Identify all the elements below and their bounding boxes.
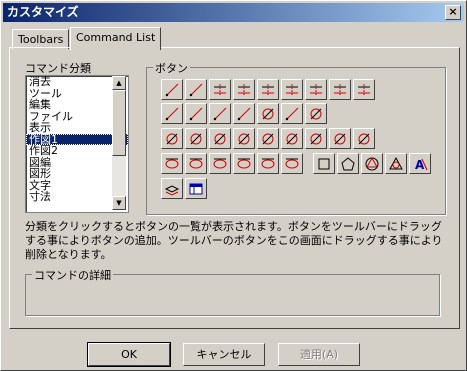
command-button-circle-arc-icon[interactable] (233, 128, 255, 149)
dome-arc-icon (286, 133, 298, 145)
customize-dialog: カスタマイズ × Toolbars Command List コマンド分類 消去… (0, 0, 467, 371)
scroll-up-icon[interactable]: ▲ (112, 76, 126, 90)
category-label: コマンド分類 (25, 62, 91, 75)
command-button-percent-division-icon[interactable] (281, 103, 303, 124)
command-button-layer-stack-icon[interactable] (161, 178, 183, 199)
table-icon (189, 183, 203, 195)
bisector-icon (189, 107, 203, 121)
layer-stack-icon (164, 185, 180, 196)
command-button-circle-tangent-icon[interactable] (257, 103, 279, 124)
buttons-group-label: ボタン (153, 60, 190, 76)
description-text: 分類をクリックするとボタンの一覧が表示されます。ボタンをツールバーにドラッグする… (25, 220, 443, 261)
command-details-group: コマンドの詳細 (25, 267, 440, 316)
circle-icon (166, 133, 178, 145)
ellipse-arc-point-icon (285, 158, 299, 169)
circle-tangent-icon (262, 108, 274, 120)
percent-division-icon (285, 107, 299, 121)
ellipse-polygon-icon (261, 158, 275, 169)
apply-button[interactable]: 適用(A) (278, 343, 360, 366)
vertical-offset-icon (286, 84, 298, 96)
grid-snap-icon (334, 84, 346, 96)
intersection-line-icon (213, 107, 227, 121)
command-button-ellipse-icon[interactable] (161, 153, 183, 174)
command-button-text-style-icon[interactable]: A (409, 153, 431, 174)
command-button-square-circle-icon[interactable] (209, 128, 231, 149)
command-button-perpendicular-line-icon[interactable] (233, 103, 255, 124)
command-button-vertical-offset-alt-icon[interactable] (305, 79, 327, 100)
perpendicular-line-icon (237, 107, 251, 121)
command-button-polygon-circle-icon[interactable] (361, 153, 383, 174)
command-button-ellipse-rect-icon[interactable] (185, 153, 207, 174)
category-scrollbar[interactable]: ▲ ▼ (112, 76, 126, 210)
parallel-line-icon (214, 84, 226, 96)
arc-chord-icon (334, 133, 346, 145)
scroll-thumb[interactable] (112, 90, 126, 156)
command-button-tangent-line-icon[interactable] (161, 103, 183, 124)
svg-text:A: A (415, 158, 425, 172)
command-button-elliptic-arc-icon[interactable] (233, 153, 255, 174)
command-button-dashed-parallel-icon[interactable] (257, 79, 279, 100)
command-button-angled-line-icon[interactable] (185, 79, 207, 100)
command-button-arc-chord-icon[interactable] (329, 128, 351, 149)
command-button-circle-icon[interactable] (161, 128, 183, 149)
scroll-down-icon[interactable]: ▼ (112, 196, 126, 210)
tangent-line-icon (165, 107, 179, 121)
text-style-icon: A (415, 158, 428, 172)
command-button-multi-parallel-line-icon[interactable] (233, 79, 255, 100)
command-button-dome-arc-icon[interactable] (281, 128, 303, 149)
command-button-parallel-line-icon[interactable] (209, 79, 231, 100)
command-button-grid-snap-alt-icon[interactable] (353, 79, 375, 100)
command-button-ellipse-arc-point-icon[interactable] (281, 153, 303, 174)
command-button-bisector-icon[interactable] (185, 103, 207, 124)
command-button-line-icon[interactable] (161, 79, 183, 100)
command-button-intersection-line-icon[interactable] (209, 103, 231, 124)
command-button-rectangle-icon[interactable] (313, 153, 335, 174)
square-circle-icon (214, 133, 226, 145)
dashed-parallel-icon (262, 84, 274, 96)
command-button-ellipse-polygon-icon[interactable] (257, 153, 279, 174)
arc-triangle-icon (358, 133, 370, 145)
triangle-circle-icon (389, 156, 403, 170)
command-button-arc-triangle-icon[interactable] (353, 128, 375, 149)
line-icon (165, 83, 179, 97)
ellipse-rect-icon (189, 158, 203, 169)
tab-command-list[interactable]: Command List (70, 27, 162, 50)
angled-line-icon (189, 83, 203, 97)
command-button-table-icon[interactable] (185, 178, 207, 199)
command-button-grid-snap-icon[interactable] (329, 79, 351, 100)
circle-line-icon (310, 108, 322, 120)
command-button-circle-line-icon[interactable] (305, 103, 327, 124)
elliptic-arc-icon (237, 158, 251, 169)
close-icon[interactable]: × (445, 5, 461, 20)
rectangle-icon (318, 158, 330, 170)
command-button-arc-icon[interactable] (305, 128, 327, 149)
ok-button[interactable]: OK (87, 342, 171, 367)
concentric-circle-icon (190, 133, 202, 145)
title-bar: カスタマイズ × (3, 3, 464, 22)
pentagon-icon (341, 157, 355, 171)
grid-snap-alt-icon (358, 84, 370, 96)
vertical-offset-alt-icon (310, 84, 322, 96)
command-button-triangle-circle-icon[interactable] (385, 153, 407, 174)
polygon-circle-icon (365, 156, 379, 171)
fillet-icon (262, 133, 274, 145)
command-button-fillet-icon[interactable] (257, 128, 279, 149)
circle-arc-icon (238, 133, 250, 145)
multi-parallel-line-icon (238, 84, 250, 96)
ellipse-center-icon (213, 158, 227, 169)
arc-icon (310, 133, 322, 145)
tab-toolbars[interactable]: Toolbars (12, 29, 70, 49)
cancel-button[interactable]: キャンセル (183, 343, 265, 366)
command-button-vertical-offset-icon[interactable] (281, 79, 303, 100)
ellipse-icon (165, 158, 179, 169)
window-title: カスタマイズ (7, 5, 79, 19)
command-button-pentagon-icon[interactable] (337, 153, 359, 174)
command-button-ellipse-center-icon[interactable] (209, 153, 231, 174)
details-label: コマンドの詳細 (32, 267, 113, 283)
command-button-concentric-circle-icon[interactable] (185, 128, 207, 149)
